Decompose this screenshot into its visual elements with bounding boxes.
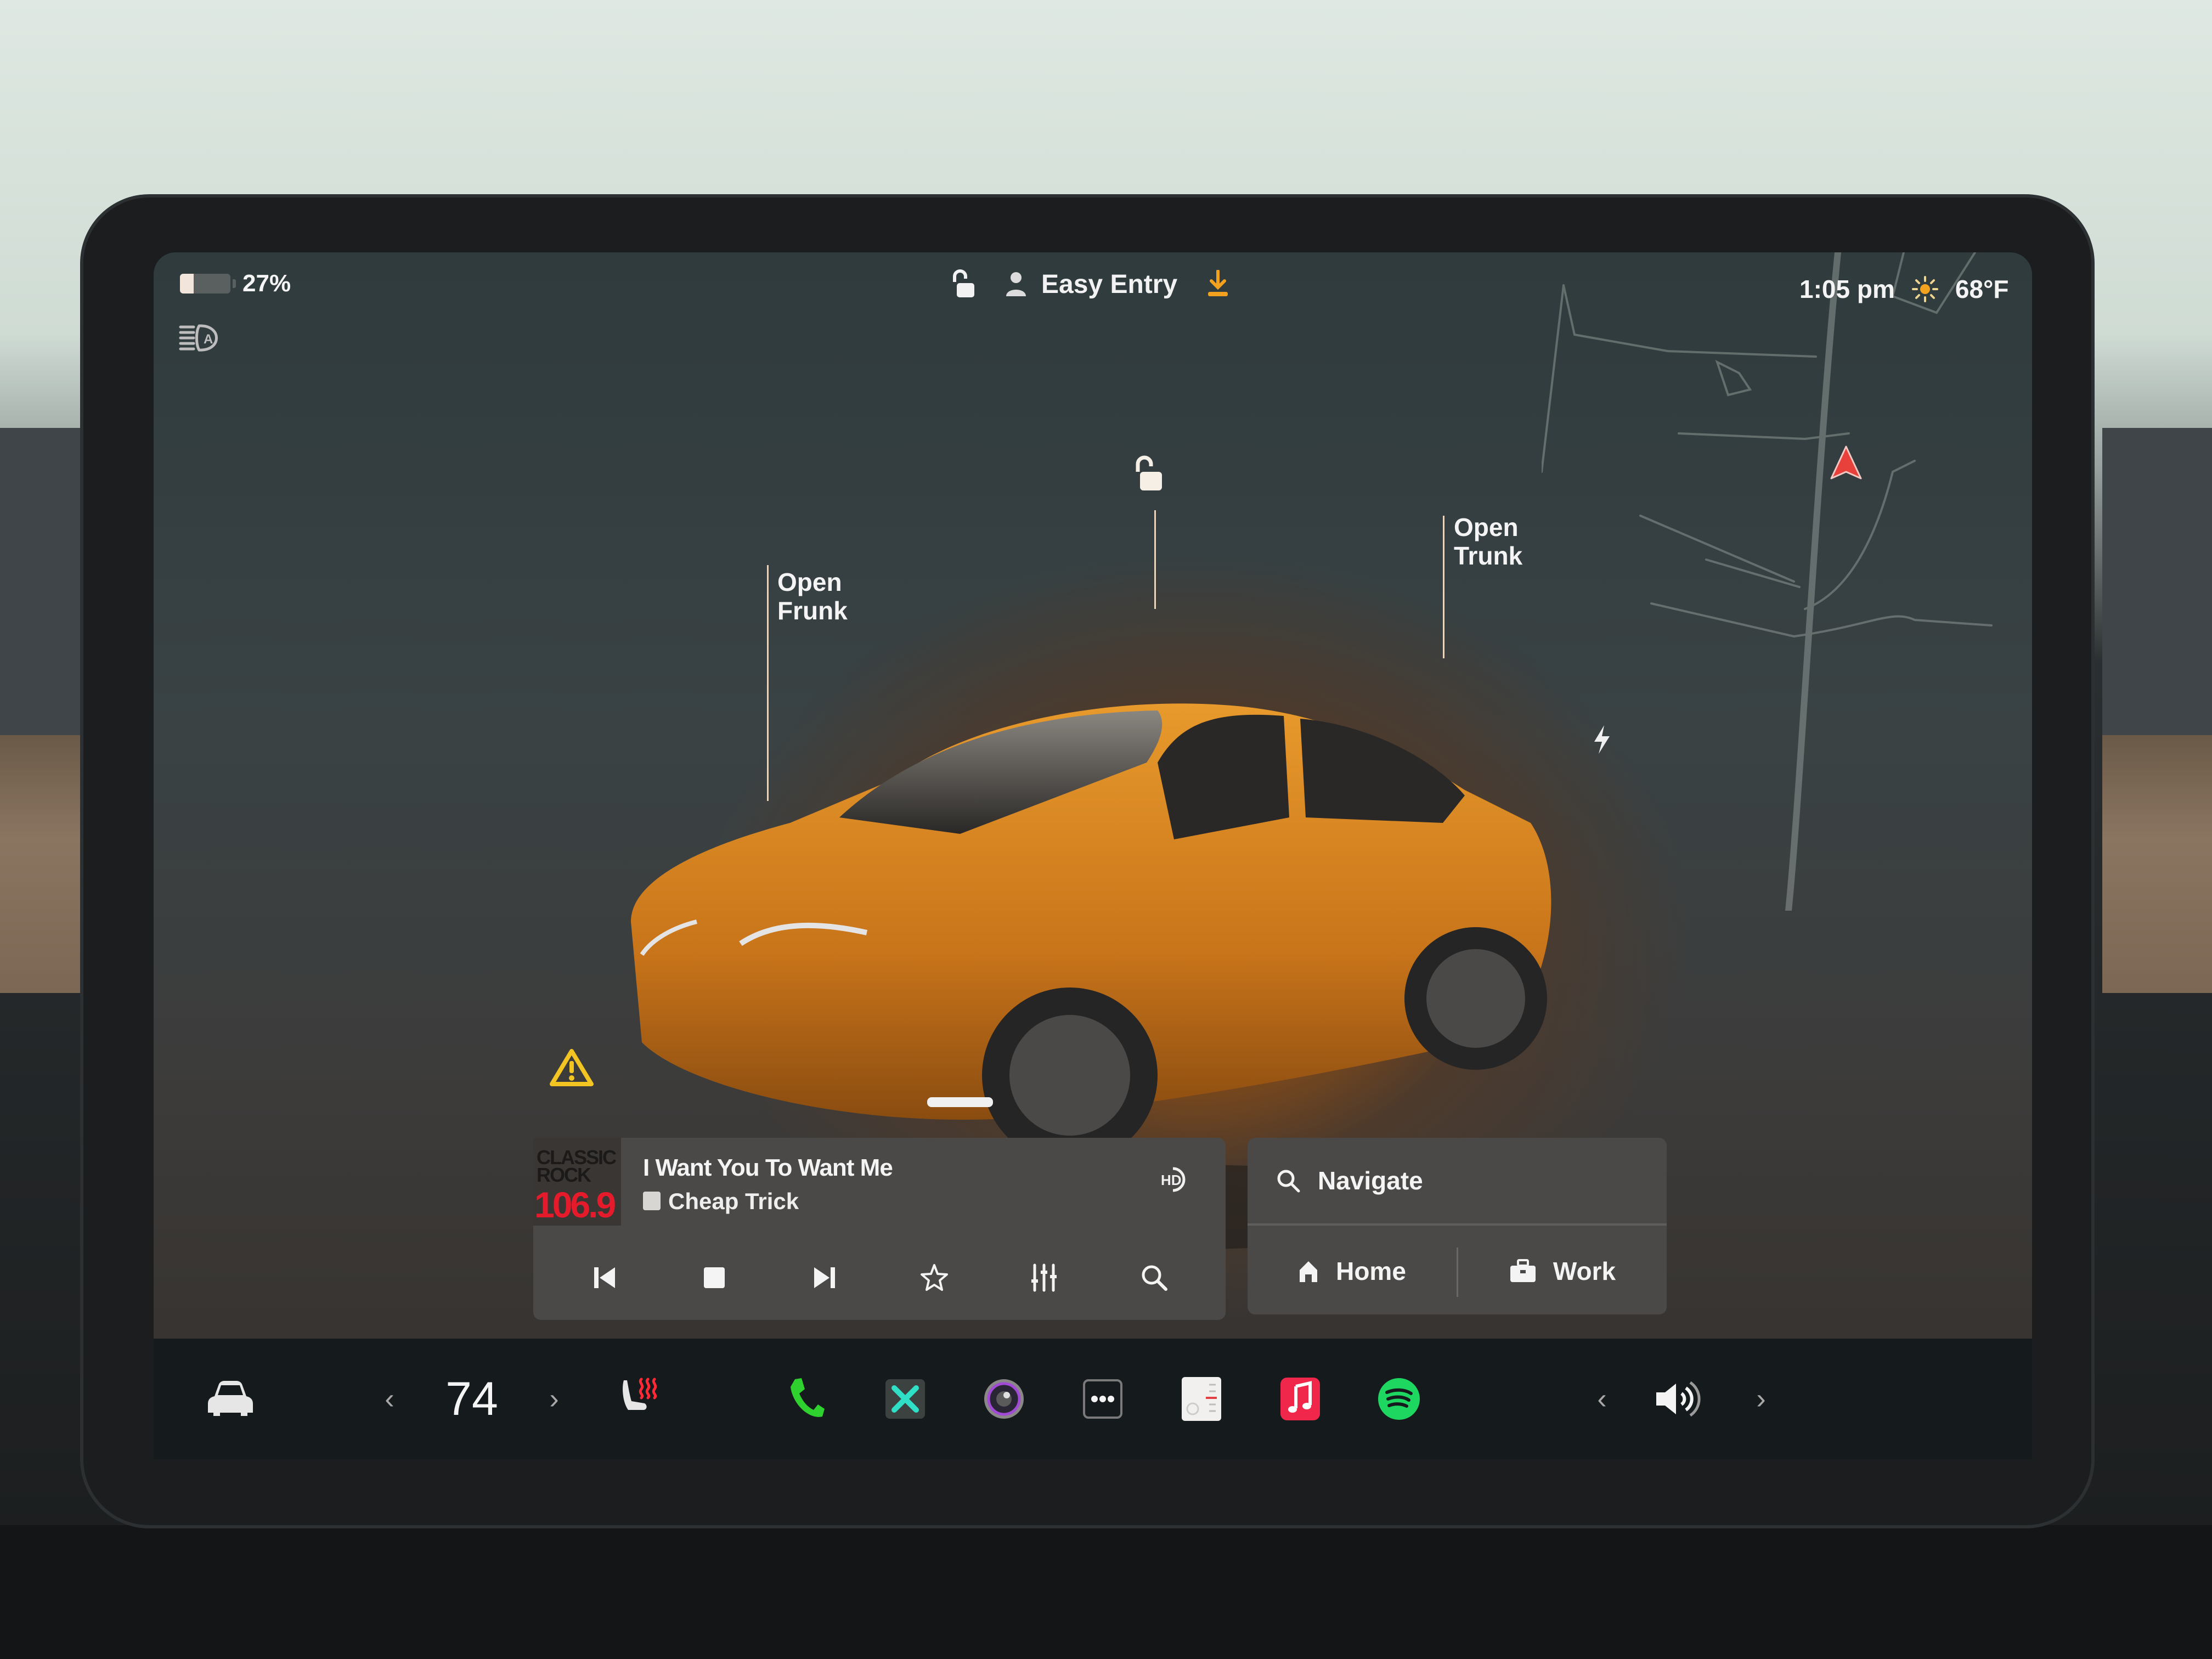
car-lock-toggle-icon[interactable] [1130, 454, 1165, 493]
open-trunk-label-2: Trunk [1454, 541, 1523, 570]
clock: 1:05 pm [1799, 275, 1895, 303]
app-spotify[interactable] [1372, 1339, 1426, 1459]
volume-speaker-icon [1656, 1381, 1701, 1417]
charge-port-lightning-icon[interactable] [1591, 724, 1613, 755]
previous-icon [594, 1267, 616, 1288]
car-front-icon [208, 1381, 253, 1416]
media-controls [533, 1242, 1226, 1313]
open-frunk-label-1: Open [777, 568, 842, 596]
bottom-dock: ‹ 74 › ‹ › [154, 1339, 2032, 1459]
dash-trim-right [2102, 428, 2212, 735]
svg-text:A: A [204, 332, 213, 347]
app-camera[interactable] [977, 1339, 1031, 1459]
app-phone[interactable] [779, 1339, 834, 1459]
hd-radio-icon: HD [1161, 1167, 1186, 1192]
auto-headlights-icon[interactable]: A [178, 323, 222, 353]
warning-triangle-icon[interactable] [549, 1048, 595, 1087]
seat-heater-icon [623, 1378, 657, 1410]
temp-increase-button[interactable]: › [538, 1339, 571, 1459]
equalizer-button[interactable] [1019, 1253, 1069, 1302]
map-view[interactable] [1542, 252, 2032, 911]
station-frequency: 106.9 [534, 1184, 616, 1225]
more-apps-icon [1083, 1379, 1122, 1419]
status-center: Easy Entry [949, 269, 1230, 300]
stop-icon [704, 1267, 725, 1288]
status-left: 27% [180, 270, 291, 297]
navigation-card: Navigate Home Work [1248, 1138, 1667, 1314]
home-icon [1300, 1261, 1318, 1282]
volume-decrease-button[interactable]: ‹ [1585, 1339, 1618, 1459]
search-icon [1142, 1265, 1167, 1291]
equalizer-icon [1031, 1263, 1057, 1292]
open-trunk-button[interactable]: Open Trunk [1454, 513, 1522, 570]
volume-increase-button[interactable]: › [1745, 1339, 1778, 1459]
temp-decrease-button[interactable]: ‹ [373, 1339, 406, 1459]
search-icon [1277, 1170, 1300, 1193]
unlocked-icon[interactable] [949, 269, 977, 300]
media-player-card: CLASSIC ROCK 106.9 I Want You To Want Me… [533, 1138, 1226, 1320]
navigate-search-button[interactable]: Navigate [1248, 1138, 1667, 1226]
apple-music-icon [1280, 1378, 1320, 1420]
battery-percent[interactable]: 27% [242, 270, 291, 297]
station-logo-name: CLASSIC ROCK [537, 1146, 617, 1186]
home-label: Home [1336, 1257, 1406, 1285]
battery-icon[interactable] [180, 274, 236, 294]
user-profile-icon [1006, 272, 1026, 296]
navigate-label: Navigate [1318, 1166, 1423, 1195]
current-location-arrow-icon [1830, 445, 1862, 479]
app-toybox[interactable] [878, 1339, 933, 1459]
favorite-button[interactable] [910, 1253, 959, 1302]
driver-profile-button[interactable]: Easy Entry [1005, 269, 1177, 300]
calendar-icon [1182, 1377, 1221, 1421]
bottom-console [0, 1525, 2212, 1659]
stop-button[interactable] [690, 1253, 739, 1302]
station-logo: CLASSIC ROCK 106.9 [533, 1138, 621, 1226]
next-icon [814, 1267, 835, 1288]
briefcase-icon [1510, 1259, 1536, 1282]
volume-button[interactable] [1646, 1339, 1712, 1459]
work-label: Work [1553, 1257, 1616, 1285]
battery-cap [233, 279, 236, 288]
outside-temperature: 68°F [1955, 275, 2009, 303]
home-shortcut-button[interactable]: Home [1248, 1228, 1456, 1314]
work-shortcut-button[interactable]: Work [1458, 1228, 1667, 1314]
open-trunk-label-1: Open [1454, 513, 1519, 541]
toybox-icon [885, 1379, 925, 1419]
phone-icon [791, 1378, 825, 1417]
car-controls-button[interactable] [198, 1339, 263, 1459]
status-right: 1:05 pm 68°F [1799, 274, 2009, 304]
touchscreen: 27% A Easy Entry 1:05 pm 68°F Open Frunk… [154, 252, 2032, 1459]
cabin-temperature[interactable]: 74 [428, 1339, 516, 1459]
spotify-icon [1378, 1378, 1420, 1420]
media-search-button[interactable] [1130, 1253, 1179, 1302]
battery-fill [180, 274, 194, 294]
dash-wood-right [2102, 735, 2212, 993]
svg-text:HD: HD [1161, 1172, 1182, 1188]
previous-button[interactable] [580, 1253, 629, 1302]
seat-heater-button[interactable] [609, 1339, 669, 1459]
app-apple-music[interactable] [1273, 1339, 1328, 1459]
lock-callout-line [1154, 510, 1156, 609]
track-title: I Want You To Want Me [643, 1154, 893, 1181]
app-calendar[interactable] [1174, 1339, 1229, 1459]
sun-icon [1911, 276, 1938, 302]
app-more[interactable] [1075, 1339, 1130, 1459]
software-update-download-icon[interactable] [1206, 270, 1230, 298]
next-button[interactable] [800, 1253, 849, 1302]
radio-source-icon [643, 1192, 661, 1210]
track-artist: Cheap Trick [668, 1188, 799, 1214]
favorite-star-icon [921, 1264, 949, 1291]
driver-profile-name: Easy Entry [1041, 269, 1178, 299]
camera-icon [984, 1379, 1024, 1419]
